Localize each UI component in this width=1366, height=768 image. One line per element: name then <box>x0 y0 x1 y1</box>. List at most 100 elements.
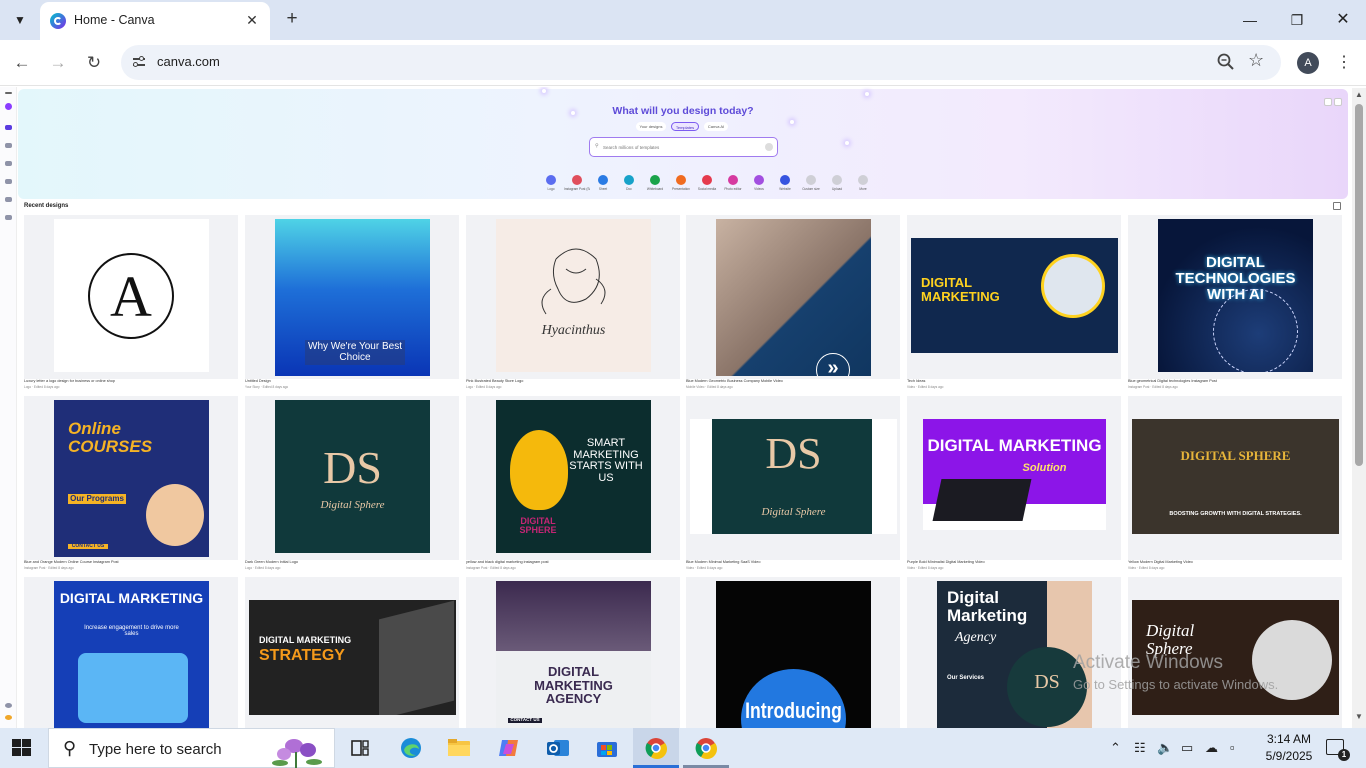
design-title[interactable]: Untitled Design <box>245 379 459 383</box>
site-settings-icon[interactable] <box>131 54 149 70</box>
category-website[interactable]: Website <box>772 175 798 191</box>
design-thumbnail[interactable]: DIGITAL MARKETING Increase engagement to … <box>54 581 209 728</box>
design-title[interactable]: Dark Green Modern Initial Logo <box>245 560 459 564</box>
battery-icon[interactable]: ▭ <box>1181 740 1193 756</box>
notifications-icon[interactable] <box>5 703 12 708</box>
design-thumbnail[interactable]: DS Digital Sphere <box>275 400 430 553</box>
design-title[interactable]: Pink Illustrated Beauty Store Logo <box>466 379 680 383</box>
design-thumbnail[interactable]: DIGITAL SPHERE BOOSTING GROWTH WITH DIGIT… <box>1132 419 1339 534</box>
design-thumbnail[interactable]: DIGITAL MARKETING <box>911 238 1118 353</box>
scroll-up-icon[interactable]: ▲ <box>1355 90 1363 99</box>
category-more[interactable]: More <box>850 175 876 191</box>
design-thumbnail[interactable]: Why We're Your Best Choice <box>275 219 430 376</box>
design-card[interactable]: DIGITAL MARKETING Solution <box>907 396 1121 560</box>
home-icon[interactable] <box>5 125 12 130</box>
category-social-media[interactable]: Social media <box>694 175 720 191</box>
design-title[interactable]: Blue geometrical Digital technologies In… <box>1128 379 1342 383</box>
design-title[interactable]: Blue Modern Geometric Business Company M… <box>686 379 900 383</box>
dream-lab-icon[interactable] <box>5 215 12 220</box>
account-icon[interactable] <box>5 715 12 720</box>
category-logo[interactable]: Logo <box>538 175 564 191</box>
windows-start-icon[interactable] <box>12 739 32 757</box>
design-thumbnail[interactable]: DIGITAL MARKETING STRATEGY <box>249 600 456 715</box>
reload-icon[interactable]: ↻ <box>82 51 106 75</box>
menu-icon[interactable] <box>5 92 12 94</box>
design-title[interactable]: yellow and black digital marketing insta… <box>466 560 680 564</box>
minimize-icon[interactable]: — <box>1236 6 1264 34</box>
meet-now-icon[interactable]: ▫ <box>1230 740 1235 755</box>
onedrive-icon[interactable]: ☁ <box>1205 740 1218 756</box>
scroll-down-icon[interactable]: ▼ <box>1355 712 1363 721</box>
profile-avatar[interactable]: A <box>1297 52 1319 74</box>
design-thumbnail[interactable]: DIGITAL MARKETING AGENCY CONTACT US <box>496 581 651 728</box>
search-input[interactable] <box>603 142 753 152</box>
hero-pause-icon[interactable] <box>1324 98 1332 106</box>
design-title[interactable]: Blue and Orange Modern Online Course Ins… <box>24 560 238 564</box>
show-hidden-icons-icon[interactable]: ⌃ <box>1110 740 1121 756</box>
edge-icon[interactable] <box>398 736 424 760</box>
design-thumbnail[interactable]: SMART MARKETING STARTS WITH US DIGITAL SP… <box>496 400 651 553</box>
scrollbar-thumb[interactable] <box>1355 104 1363 466</box>
taskbar-search[interactable]: ⚲ Type here to search <box>48 728 335 768</box>
page-scrollbar[interactable]: ▲ ▼ <box>1352 88 1366 728</box>
microsoft-store-icon[interactable] <box>594 736 620 760</box>
hero-play-icon[interactable] <box>1334 98 1342 106</box>
window-close-icon[interactable]: ✕ <box>1329 6 1357 34</box>
category-instagram-post-square[interactable]: Instagram Post (Square) <box>564 175 590 191</box>
create-icon[interactable] <box>5 103 12 110</box>
design-thumbnail[interactable]: » <box>716 219 871 376</box>
tab-canva-ai[interactable]: Canva AI <box>704 122 728 131</box>
category-custom-size[interactable]: Custom size <box>798 175 824 191</box>
file-explorer-icon[interactable] <box>446 736 472 760</box>
design-card[interactable]: Online COURSES Our Programs CONTACT US <box>24 396 238 560</box>
category-sheet[interactable]: Sheet <box>590 175 616 191</box>
design-thumbnail[interactable]: DIGITAL TECHNOLOGIES WITH AI <box>1158 219 1313 372</box>
design-card[interactable]: A <box>24 215 238 379</box>
design-thumbnail[interactable]: Online COURSES Our Programs CONTACT US <box>54 400 209 557</box>
design-title[interactable]: Luxury letter a logo design for business… <box>24 379 238 383</box>
volume-icon[interactable]: 🔈 <box>1157 740 1173 756</box>
search-submit-icon[interactable] <box>765 143 773 151</box>
template-search[interactable]: ⚲ <box>589 137 778 157</box>
category-whiteboard[interactable]: Whiteboard <box>642 175 668 191</box>
url-text[interactable]: canva.com <box>157 54 220 69</box>
brand-icon[interactable] <box>5 179 12 184</box>
system-clock[interactable]: 3:14 AM 5/9/2025 <box>1254 731 1324 765</box>
tab-close-icon[interactable]: ✕ <box>242 10 262 30</box>
chrome-taskbar-active[interactable] <box>633 728 679 768</box>
design-thumbnail[interactable]: Digital Marketing Agency Our Services DS <box>937 581 1092 728</box>
design-card[interactable]: DIGITAL MARKETING STRATEGY <box>245 577 459 728</box>
design-card[interactable]: SMART MARKETING STARTS WITH US DIGITAL SP… <box>466 396 680 560</box>
category-photo-editor[interactable]: Photo editor <box>720 175 746 191</box>
design-thumbnail[interactable]: DS Digital Sphere <box>690 419 897 534</box>
restore-icon[interactable]: ❐ <box>1283 6 1311 34</box>
zoom-icon[interactable] <box>1216 52 1236 72</box>
forward-icon[interactable]: → <box>46 51 70 75</box>
design-thumbnail[interactable]: Introducing <box>716 581 871 728</box>
address-bar[interactable]: canva.com ☆ <box>121 45 1281 80</box>
design-card[interactable]: DIGITAL TECHNOLOGIES WITH AI <box>1128 215 1342 379</box>
notification-center-icon[interactable]: 1 <box>1326 739 1350 761</box>
design-card[interactable]: » <box>686 215 900 379</box>
design-title[interactable]: Yellow Modern Digital Marketing Video <box>1128 560 1342 564</box>
design-thumbnail[interactable]: DIGITAL MARKETING Solution <box>923 419 1106 530</box>
bookmark-star-icon[interactable]: ☆ <box>1248 50 1264 71</box>
tab-your-designs[interactable]: Your designs <box>636 122 666 131</box>
tab-templates[interactable]: Templates <box>671 122 699 131</box>
category-upload[interactable]: Upload <box>824 175 850 191</box>
new-tab-icon[interactable]: + <box>282 8 302 32</box>
chrome-profile-taskbar[interactable] <box>683 728 729 768</box>
design-thumbnail[interactable]: A <box>54 219 209 372</box>
copilot-icon[interactable] <box>496 736 522 760</box>
category-videos[interactable]: Videos <box>746 175 772 191</box>
design-card[interactable]: DS Digital Sphere <box>245 396 459 560</box>
browser-tab-active[interactable]: Home - Canva ✕ <box>40 2 270 40</box>
back-icon[interactable]: ← <box>10 51 34 75</box>
design-card[interactable]: DIGITAL MARKETING AGENCY CONTACT US <box>466 577 680 728</box>
category-presentation[interactable]: Presentation <box>668 175 694 191</box>
category-doc[interactable]: Doc <box>616 175 642 191</box>
design-title[interactable]: Blue Modern Minimal Marketing SaaS Video <box>686 560 900 564</box>
design-card[interactable]: DIGITAL MARKETING <box>907 215 1121 379</box>
apps-icon[interactable] <box>5 197 12 202</box>
outlook-icon[interactable] <box>545 736 571 760</box>
